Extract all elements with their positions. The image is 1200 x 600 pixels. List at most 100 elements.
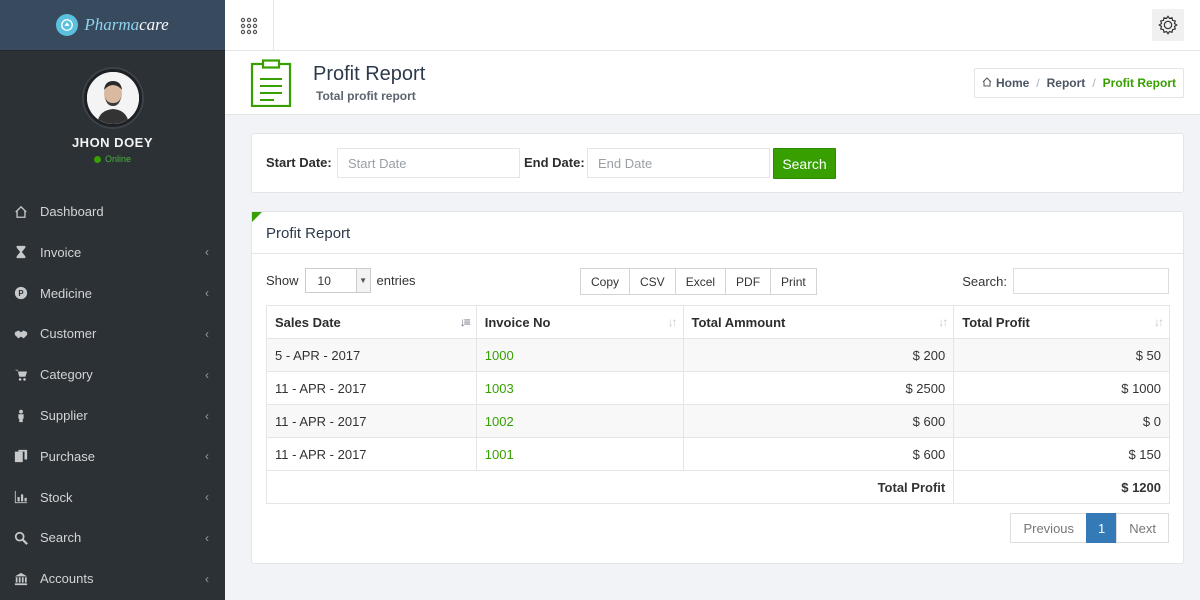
sales-date-cell: 5 - APR - 2017 bbox=[266, 338, 477, 372]
sidebar-item-label: Stock bbox=[40, 489, 73, 505]
end-date-input[interactable] bbox=[587, 148, 770, 178]
copy-export-button[interactable]: Copy bbox=[580, 268, 631, 295]
sidebar-item-search[interactable]: Search ‹ bbox=[0, 518, 225, 559]
total-profit-cell: $ 1000 bbox=[953, 371, 1170, 405]
show-entries: Show 10 ▼ entries bbox=[266, 268, 416, 293]
breadcrumb-current: Profit Report bbox=[1102, 76, 1176, 90]
excel-export-button[interactable]: Excel bbox=[674, 268, 727, 295]
settings-button[interactable] bbox=[1152, 9, 1184, 41]
chevron-left-icon: ‹ bbox=[205, 367, 209, 382]
search-icon bbox=[13, 530, 29, 546]
pdf-export-button[interactable]: PDF bbox=[725, 268, 772, 295]
total-amount-cell: $ 600 bbox=[682, 437, 955, 471]
content-header: Profit Report Total profit report Home /… bbox=[225, 51, 1200, 115]
total-profit-cell: $ 50 bbox=[953, 338, 1170, 372]
avatar[interactable] bbox=[83, 69, 142, 127]
previous-page-button[interactable]: Previous bbox=[1010, 513, 1088, 543]
next-page-button[interactable]: Next bbox=[1116, 513, 1169, 543]
sidebar-item-dashboard[interactable]: Dashboard bbox=[0, 191, 225, 232]
sidebar-item-purchase[interactable]: Purchase ‹ bbox=[0, 436, 225, 477]
sidebar-item-stock[interactable]: Stock ‹ bbox=[0, 477, 225, 518]
table-row: 5 - APR - 2017 1000 $ 200 $ 50 bbox=[266, 338, 1170, 372]
user-status: Online bbox=[93, 154, 131, 164]
start-date-label: Start Date: bbox=[266, 155, 332, 170]
search-button[interactable]: Search bbox=[773, 148, 836, 179]
invoice-link[interactable]: 1002 bbox=[475, 404, 684, 438]
topbar bbox=[225, 0, 1200, 51]
bank-icon bbox=[13, 571, 29, 587]
page-subtitle: Total profit report bbox=[316, 89, 416, 103]
table-search-input[interactable] bbox=[1013, 268, 1169, 294]
start-date-input[interactable] bbox=[337, 148, 520, 178]
chevron-left-icon: ‹ bbox=[205, 530, 209, 545]
table-header-row: Sales Date ↓≡ Invoice No ↓↑ Total Ammount ↓… bbox=[266, 305, 1170, 339]
breadcrumb-separator: / bbox=[1036, 76, 1040, 90]
print-export-button[interactable]: Print bbox=[770, 268, 817, 295]
total-amount-cell: $ 600 bbox=[682, 404, 955, 438]
sidebar-item-label: Invoice bbox=[40, 244, 82, 260]
chevron-left-icon: ‹ bbox=[205, 286, 209, 301]
breadcrumb-home[interactable]: Home bbox=[996, 76, 1029, 90]
sidebar-item-customer[interactable]: Customer ‹ bbox=[0, 314, 225, 355]
breadcrumb-separator: / bbox=[1092, 76, 1096, 90]
copy-icon bbox=[13, 448, 29, 464]
column-header-total-amount[interactable]: Total Ammount ↓↑ bbox=[682, 305, 955, 339]
invoice-link[interactable]: 1000 bbox=[475, 338, 684, 372]
sort-desc-icon: ↓≡ bbox=[459, 315, 471, 329]
sidebar-item-supplier[interactable]: Supplier ‹ bbox=[0, 395, 225, 436]
end-date-label: End Date: bbox=[524, 155, 585, 170]
table-row: 11 - APR - 2017 1001 $ 600 $ 150 bbox=[266, 437, 1170, 471]
column-header-invoice-no[interactable]: Invoice No ↓↑ bbox=[475, 305, 684, 339]
table-search-label: Search: bbox=[962, 273, 1007, 289]
column-header-sales-date[interactable]: Sales Date ↓≡ bbox=[266, 305, 477, 339]
breadcrumb-report[interactable]: Report bbox=[1047, 76, 1086, 90]
invoice-link[interactable]: 1003 bbox=[475, 371, 684, 405]
breadcrumb: Home / Report / Profit Report bbox=[973, 68, 1184, 98]
csv-export-button[interactable]: CSV bbox=[629, 268, 676, 295]
online-dot-icon bbox=[93, 155, 101, 163]
sales-date-cell: 11 - APR - 2017 bbox=[266, 371, 477, 405]
invoice-link[interactable]: 1001 bbox=[475, 437, 684, 471]
person-icon bbox=[13, 408, 29, 424]
sidebar-item-label: Search bbox=[40, 530, 82, 546]
handshake-icon bbox=[13, 326, 29, 342]
sidebar-item-invoice[interactable]: Invoice ‹ bbox=[0, 232, 225, 273]
total-amount-cell: $ 200 bbox=[682, 338, 955, 372]
user-status-label: Online bbox=[104, 154, 131, 164]
sidebar-item-label: Supplier bbox=[40, 408, 88, 424]
brand-name: Pharmacare bbox=[84, 15, 169, 34]
brand-logo[interactable]: Pharmacare bbox=[0, 0, 225, 51]
chevron-left-icon: ‹ bbox=[205, 571, 209, 586]
total-amount-cell: $ 2500 bbox=[682, 371, 955, 405]
entries-select[interactable]: 10 ▼ bbox=[304, 268, 371, 293]
pill-circle-icon: P bbox=[13, 285, 29, 301]
sort-icon: ↓↑ bbox=[938, 315, 948, 329]
page-1-button[interactable]: 1 bbox=[1086, 513, 1118, 543]
sidebar-item-label: Medicine bbox=[40, 285, 93, 301]
chevron-down-icon: ▼ bbox=[355, 269, 370, 292]
chevron-left-icon: ‹ bbox=[205, 326, 209, 341]
sidebar-item-label: Purchase bbox=[40, 448, 95, 464]
sales-date-cell: 11 - APR - 2017 bbox=[266, 437, 477, 471]
bar-chart-icon bbox=[13, 489, 29, 505]
user-panel: JHON DOEY Online bbox=[0, 51, 225, 191]
table-row: 11 - APR - 2017 1003 $ 2500 $ 1000 bbox=[266, 371, 1170, 405]
sales-date-cell: 11 - APR - 2017 bbox=[266, 404, 477, 438]
clipboard-icon bbox=[250, 59, 292, 110]
total-profit-label: Total Profit bbox=[265, 470, 955, 504]
show-label: Show bbox=[266, 273, 299, 288]
chevron-left-icon: ‹ bbox=[205, 408, 209, 423]
sidebar: Pharmacare JHON DOEY Online Dashboard Inv… bbox=[0, 0, 225, 600]
total-profit-cell: $ 0 bbox=[953, 404, 1170, 438]
sidebar-item-accounts[interactable]: Accounts ‹ bbox=[0, 558, 225, 599]
column-header-total-profit[interactable]: Total Profit ↓↑ bbox=[953, 305, 1170, 339]
total-profit-value: $ 1200 bbox=[953, 470, 1170, 504]
sidebar-item-category[interactable]: Category ‹ bbox=[0, 354, 225, 395]
apps-grid-button[interactable] bbox=[225, 0, 274, 51]
profit-report-panel: Profit Report Show 10 ▼ entries Copy CSV E… bbox=[251, 211, 1184, 564]
sidebar-item-medicine[interactable]: P Medicine ‹ bbox=[0, 273, 225, 314]
profit-table: Sales Date ↓≡ Invoice No ↓↑ Total Ammount ↓… bbox=[265, 305, 1170, 504]
panel-corner-accent bbox=[252, 212, 262, 222]
panel-title: Profit Report bbox=[252, 212, 1183, 254]
table-row: 11 - APR - 2017 1002 $ 600 $ 0 bbox=[266, 404, 1170, 438]
